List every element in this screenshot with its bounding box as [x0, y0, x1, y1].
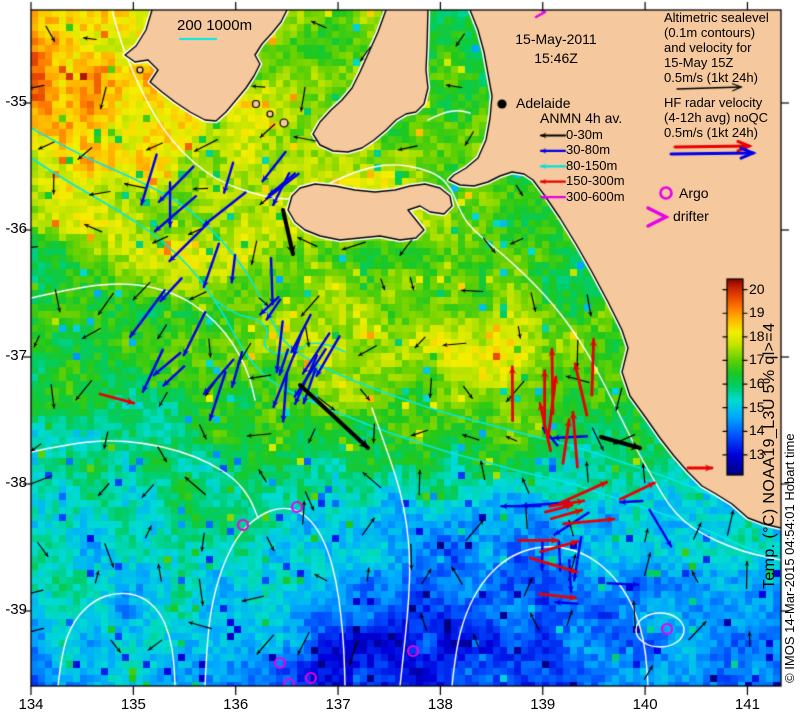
y-tick-label: -37	[5, 347, 27, 364]
sst-map-figure: { "figure": { "bg": "#ffffff", "land_col…	[0, 0, 800, 720]
altimetric-legend-line: 0.5m/s (1kt 24h)	[664, 70, 758, 85]
drifter-label: drifter	[673, 208, 709, 224]
timestamp-date: 15-May-2011	[515, 31, 597, 47]
y-tick-label: -38	[5, 474, 27, 491]
y-tick-label: -35	[5, 93, 27, 110]
x-tick-label: 137	[325, 696, 351, 713]
anmn-legend-item-label: 0-30m	[566, 127, 603, 142]
x-tick-label: 136	[223, 696, 249, 713]
anmn-legend-item-label: 80-150m	[566, 157, 618, 173]
x-tick-label: 139	[530, 696, 556, 713]
hf-legend-line: (4-12h avg) noQC	[664, 110, 769, 125]
x-tick-label: 138	[427, 696, 453, 713]
anmn-legend-item-label: 300-600m	[566, 188, 625, 204]
y-tick-label: -36	[5, 220, 27, 237]
bathymetry-scale-label: 200 1000m	[177, 17, 253, 34]
altimetric-legend-line: 15-May 15Z	[664, 55, 734, 70]
altimetric-legend-line: Altimetric sealevel	[664, 10, 769, 25]
anmn-legend-item-label: 150-300m	[566, 173, 625, 189]
argo-label: Argo	[679, 185, 709, 201]
altimetric-legend-line: and velocity for	[664, 40, 752, 55]
copyright-note: © IMOS 14-Mar-2015 04:54:01 Hobart time	[781, 433, 797, 683]
altimetric-legend-line: (0.1m contours)	[664, 25, 756, 40]
y-tick-label: -39	[5, 601, 27, 618]
timestamp-time: 15:46Z	[534, 50, 578, 66]
hf-legend-line: HF radar velocity	[664, 95, 763, 110]
x-tick-label: 141	[734, 696, 760, 713]
anmn-legend-item-label: 30-80m	[566, 142, 611, 158]
hf-legend-line: 0.5m/s (1kt 24h)	[664, 125, 758, 140]
colorbar-title: Temp. (°C) NOAA19_L3U 5% ql>=4	[761, 322, 779, 590]
x-tick-label: 135	[120, 696, 146, 713]
anmn-legend-title: ANMN 4h av.	[540, 110, 623, 126]
x-tick-label: 134	[18, 696, 44, 713]
x-tick-label: 140	[632, 696, 658, 713]
